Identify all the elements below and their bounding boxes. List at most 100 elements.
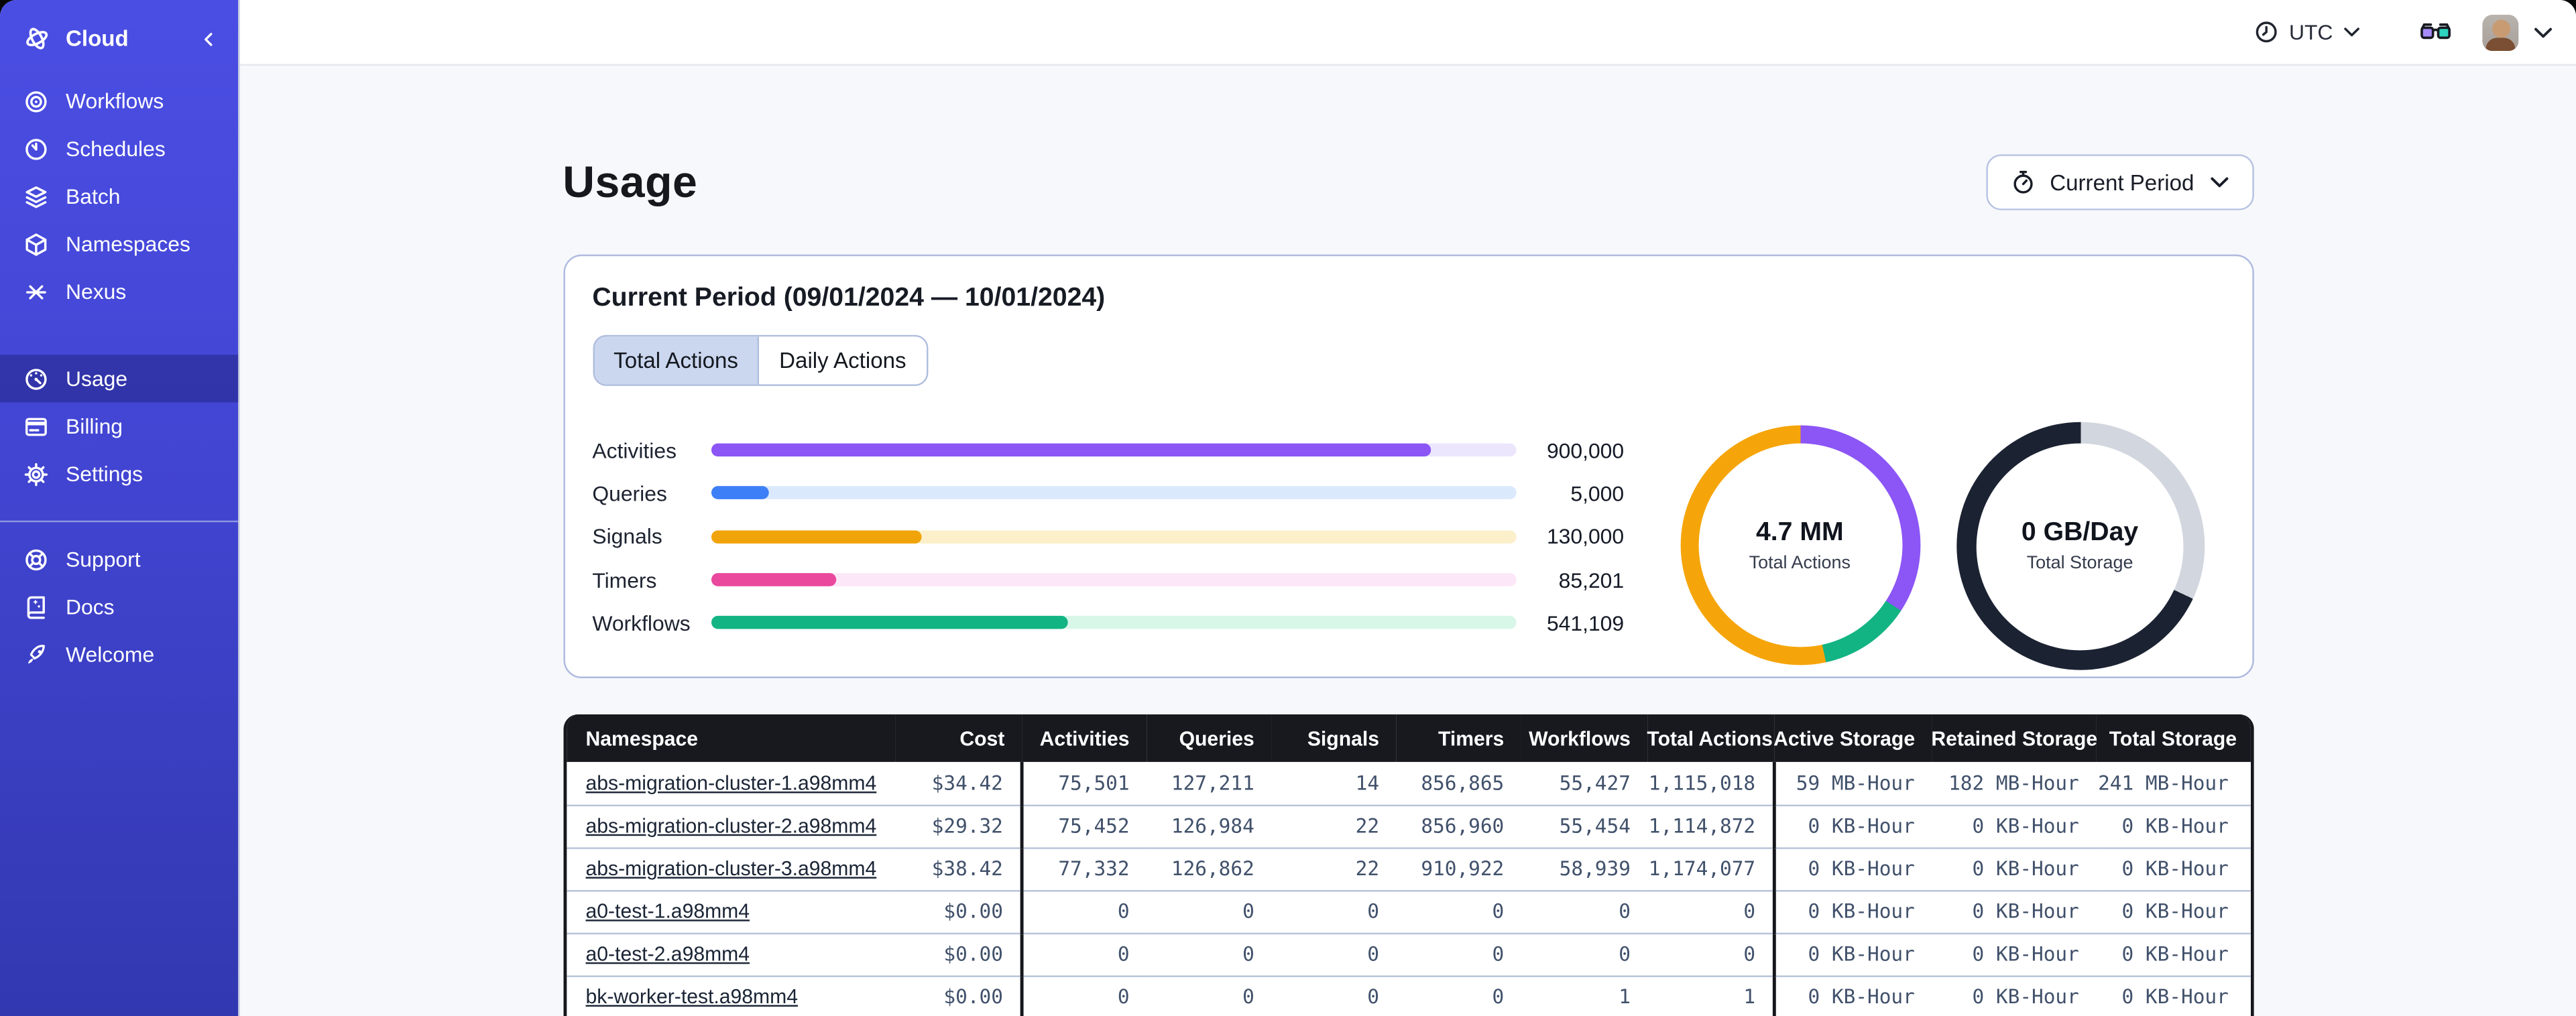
namespace-link[interactable]: abs-migration-cluster-1.a98mm4 [586,771,877,794]
table-cell: 77,332 [1020,846,1147,891]
table-cell: 59 MB-Hour [1773,761,1932,805]
bar-track [710,616,1516,630]
table-cell: 0 [1146,974,1271,1016]
chevron-down-icon [2343,26,2361,38]
table-cell: $34.42 [894,761,1023,805]
sidebar-item-label: Welcome [66,642,155,667]
main-content: Usage Current Period Current Period (09/… [239,67,2576,1016]
column-header-timers: Timers [1395,714,1521,762]
table-cell: 0 KB-Hour [1773,804,1932,848]
settings-gear-icon [23,460,49,487]
table-cell: 1,174,077 [1647,846,1775,891]
sidebar-item-usage[interactable]: Usage [0,355,239,403]
table-cell: 0 KB-Hour [1931,804,2096,848]
table-cell: 856,960 [1395,804,1521,848]
bar-label: Activities [592,438,677,463]
sidebar-nav-account: Usage Billing Settings [0,355,239,497]
table-cell: 0 [1271,932,1396,976]
table-header-row: Namespace Cost Activities Queries Signal… [566,714,2250,762]
table-cell: 1,115,018 [1647,761,1775,805]
bar-track [710,573,1516,586]
sidebar-item-workflows[interactable]: Workflows [0,77,238,125]
table-cell: 0 [1395,974,1521,1016]
table-cell: 14 [1271,761,1396,805]
sidebar-item-billing[interactable]: Billing [0,402,238,450]
sidebar-item-schedules[interactable]: Schedules [0,125,238,172]
namespace-cell: abs-migration-cluster-3.a98mm4 [566,846,895,891]
sidebar-app-label: Cloud [66,26,129,51]
bar-row-activities: Activities 900,000 [592,429,1624,472]
namespace-link[interactable]: a0-test-2.a98mm4 [586,942,750,965]
sidebar-item-label: Support [66,546,141,572]
tab-total-actions[interactable]: Total Actions [593,336,758,385]
bar-label: Queries [592,481,667,506]
table-row: abs-migration-cluster-3.a98mm4 $38.42 77,3… [566,846,2250,891]
topbar: UTC [239,0,2576,66]
namespace-link[interactable]: abs-migration-cluster-2.a98mm4 [586,814,877,837]
table-cell: 0 [1520,889,1647,933]
bar-label: Workflows [592,611,691,635]
bar-fill [710,573,837,586]
user-avatar[interactable] [2482,13,2519,50]
nexus-asterisk-icon [23,278,49,304]
support-lifebuoy-icon [23,546,49,572]
donut-sublabel: Total Actions [1749,552,1851,572]
column-header-cost: Cost [894,714,1021,762]
sidebar-item-label: Usage [66,366,128,391]
column-header-workflows: Workflows [1520,714,1647,762]
table-row: abs-migration-cluster-2.a98mm4 $29.32 75,4… [566,804,2250,848]
namespace-link[interactable]: a0-test-1.a98mm4 [586,900,750,923]
period-dropdown-button[interactable]: Current Period [1985,154,2253,210]
workflows-icon [23,88,49,114]
usage-gauge-icon [23,365,49,391]
namespace-link[interactable]: bk-worker-test.a98mm4 [586,986,798,1009]
sidebar-item-settings[interactable]: Settings [0,450,238,497]
donut-value: 4.7 MM [1755,518,1844,546]
table-cell: 0 [1271,889,1396,933]
usage-table-body: abs-migration-cluster-1.a98mm4 $34.42 75,5… [566,761,2250,1016]
bar-row-queries: Queries 5,000 [592,472,1624,515]
labs-glasses-button[interactable] [2420,21,2451,44]
sidebar-item-nexus[interactable]: Nexus [0,267,238,315]
table-cell: 1 [1647,974,1775,1016]
table-cell: 0 KB-Hour [1931,974,2096,1016]
sidebar-item-docs[interactable]: Docs [0,583,238,631]
bar-label: Signals [592,524,662,549]
table-cell: 0 [1271,974,1396,1016]
table-cell: 0 KB-Hour [1931,846,2096,891]
total-actions-donut: 4.7 MM Total Actions [1680,425,1920,665]
table-cell: 0 KB-Hour [1931,932,2096,976]
table-cell: 1,114,872 [1647,804,1775,848]
period-dropdown-label: Current Period [2050,170,2194,195]
table-cell: 0 KB-Hour [2095,889,2250,933]
bar-row-signals: Signals 130,000 [592,515,1624,558]
sidebar-item-namespaces[interactable]: Namespaces [0,220,238,267]
table-cell: 126,984 [1146,804,1271,848]
sidebar-divider [0,520,239,523]
sidebar-item-welcome[interactable]: Welcome [0,631,238,678]
table-cell: 0 KB-Hour [2095,974,2250,1016]
table-row: abs-migration-cluster-1.a98mm4 $34.42 75,5… [566,761,2250,805]
table-cell: 0 [1647,889,1775,933]
sidebar-item-batch[interactable]: Batch [0,172,238,220]
bar-value: 900,000 [1546,438,1625,463]
table-cell: $29.32 [894,804,1023,848]
column-header-namespace: Namespace [566,714,895,762]
timezone-selector[interactable]: UTC [2255,19,2361,44]
card-title: Current Period (09/01/2024 — 10/01/2024) [592,283,1106,312]
clock-icon [2255,19,2280,44]
sidebar-item-label: Namespaces [66,231,190,257]
account-menu-chevron-icon[interactable] [2533,25,2553,39]
sidebar-item-support[interactable]: Support [0,535,238,583]
column-header-queries: Queries [1146,714,1271,762]
welcome-rocket-icon [23,641,49,668]
namespace-usage-table: Namespace Cost Activities Queries Signal… [563,714,2253,1016]
tab-daily-actions[interactable]: Daily Actions [758,336,926,385]
table-cell: 75,452 [1020,804,1147,848]
namespace-link[interactable]: abs-migration-cluster-3.a98mm4 [586,857,877,880]
collapse-sidebar-button[interactable] [198,29,218,48]
namespace-cell: bk-worker-test.a98mm4 [566,974,895,1016]
temporal-logo-icon [23,25,51,53]
bar-value: 541,109 [1546,611,1625,635]
sidebar-item-label: Schedules [66,136,166,162]
